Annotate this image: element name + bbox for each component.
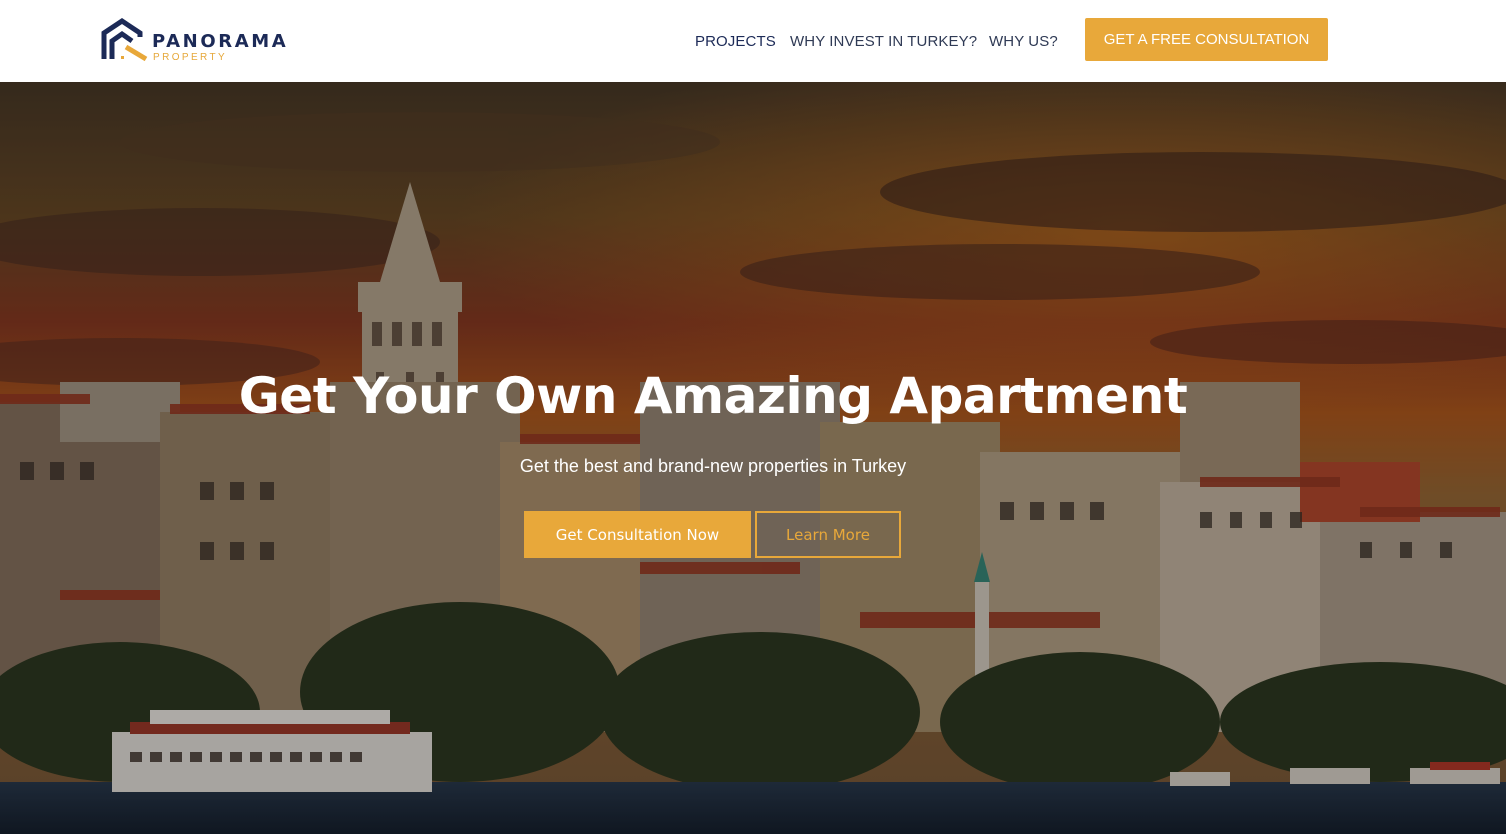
hero-title: Get Your Own Amazing Apartment (238, 367, 1188, 425)
free-consultation-button[interactable]: GET A FREE CONSULTATION (1085, 18, 1328, 61)
learn-more-button[interactable]: Learn More (755, 511, 901, 558)
get-consultation-now-button[interactable]: Get Consultation Now (524, 511, 751, 558)
house-roof-icon (101, 17, 148, 62)
nav-item-why-invest-in-turkey[interactable]: WHY INVEST IN TURKEY? (790, 33, 977, 50)
hero-section: Get Your Own Amazing Apartment Get the b… (0, 82, 1506, 834)
brand-logo[interactable]: PANORAMA PROPERTY (100, 17, 300, 65)
nav-item-why-us[interactable]: WHY US? (989, 33, 1058, 50)
nav-item-projects[interactable]: PROJECTS (695, 33, 776, 50)
hero-subtitle: Get the best and brand-new properties in… (519, 456, 907, 476)
site-header: PANORAMA PROPERTY PROJECTS WHY INVEST IN… (0, 0, 1506, 82)
brand-name: PANORAMA (152, 31, 289, 52)
brand-tagline: PROPERTY (153, 52, 228, 63)
